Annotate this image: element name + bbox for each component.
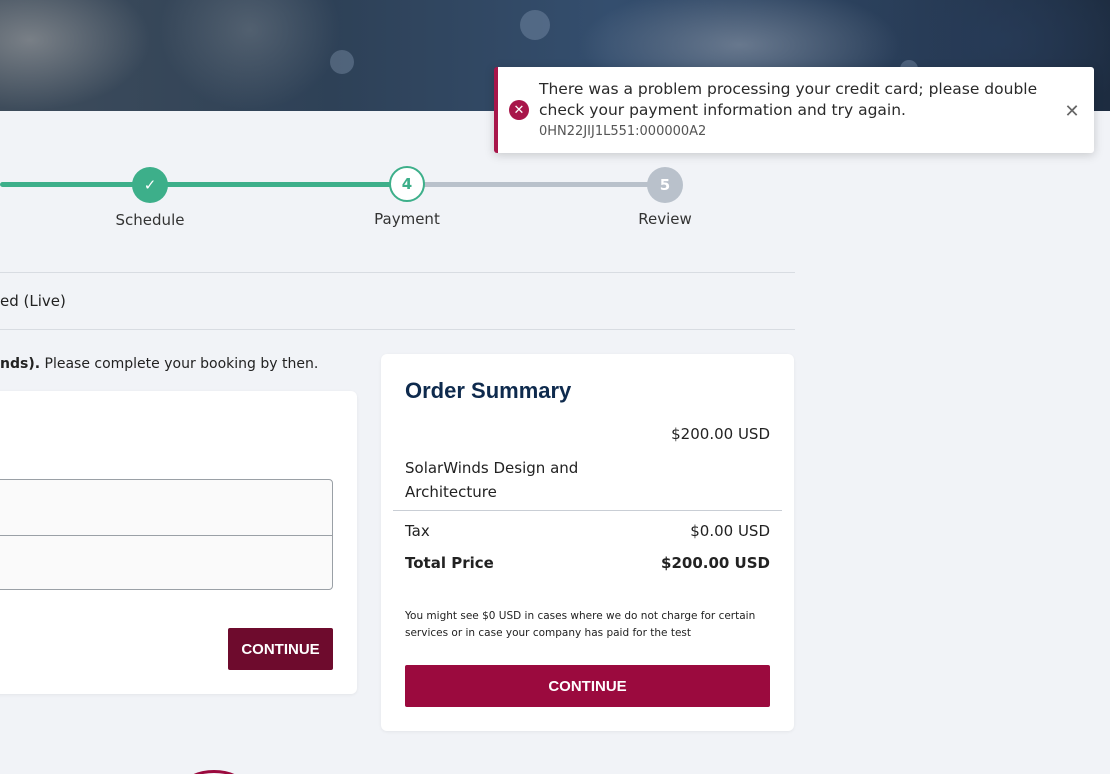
payment-input-field[interactable]	[0, 479, 333, 536]
section-divider	[0, 272, 795, 273]
pricing-note: You might see $0 USD in cases where we d…	[405, 610, 756, 639]
product-name: SolarWinds Design and Architecture	[405, 459, 579, 501]
toast-message: There was a problem processing your cred…	[539, 80, 1038, 119]
form-continue-button[interactable]: CONTINUE	[228, 628, 333, 670]
order-summary-title: Order Summary	[405, 378, 572, 403]
step-schedule-check-icon[interactable]: ✓	[132, 167, 168, 203]
timer-instruction-text: Please complete your booking by then.	[40, 356, 319, 372]
total-price-value: $200.00 USD	[661, 554, 770, 572]
footer-logo	[184, 770, 244, 774]
step-payment-label: Payment	[374, 210, 440, 228]
payment-input-field[interactable]	[0, 535, 333, 590]
timer-remaining-text: nds).	[0, 356, 41, 372]
tax-value: $0.00 USD	[690, 522, 770, 540]
step-review-label: Review	[638, 210, 692, 228]
toast-error-code: 0HN22JIJ1L551:000000A2	[539, 124, 707, 139]
step-payment-marker: 4	[389, 166, 425, 202]
total-price-label: Total Price	[405, 554, 494, 572]
summary-continue-button[interactable]: CONTINUE	[405, 665, 770, 707]
section-divider	[0, 329, 795, 330]
tax-label: Tax	[405, 522, 430, 540]
step-schedule-label[interactable]: Schedule	[80, 211, 220, 229]
booking-timer-notice: nds). Please complete your booking by th…	[0, 356, 318, 372]
close-icon[interactable]: ✕	[1062, 101, 1082, 122]
summary-divider	[393, 510, 782, 511]
stepper-line-complete	[0, 182, 407, 187]
product-price: $200.00 USD	[671, 425, 770, 443]
session-type-text: ed (Live)	[0, 292, 66, 310]
stepper-line-pending	[407, 182, 665, 187]
step-review-marker: 5	[647, 167, 683, 203]
error-circle-icon: ✕	[509, 100, 529, 120]
